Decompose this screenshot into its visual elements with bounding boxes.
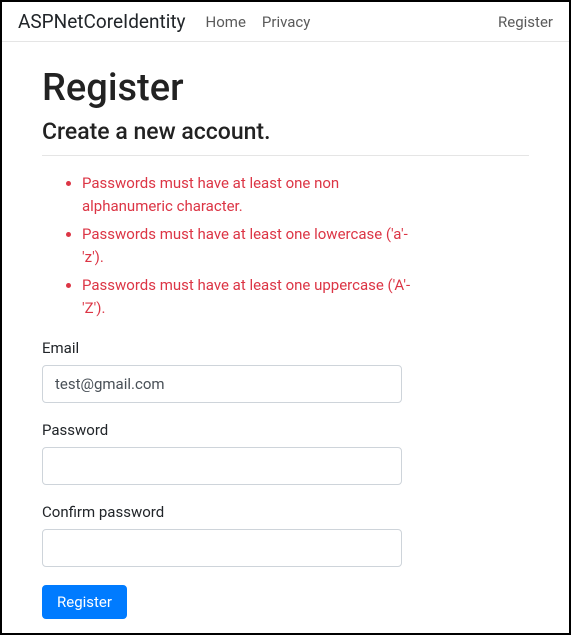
form-group-password: Password xyxy=(42,421,402,485)
navbar-brand[interactable]: ASPNetCoreIdentity xyxy=(18,10,186,33)
validation-error: Passwords must have at least one upperca… xyxy=(82,274,422,319)
page-subtitle: Create a new account. xyxy=(42,118,529,145)
validation-error: Passwords must have at least one non alp… xyxy=(82,172,422,217)
divider xyxy=(42,155,529,156)
nav-link-home[interactable]: Home xyxy=(206,13,246,31)
email-label: Email xyxy=(42,339,402,357)
main-container: Register Create a new account. Passwords… xyxy=(2,42,569,619)
validation-error: Passwords must have at least one lowerca… xyxy=(82,223,422,268)
confirm-password-field[interactable] xyxy=(42,529,402,567)
email-field[interactable] xyxy=(42,365,402,403)
password-field[interactable] xyxy=(42,447,402,485)
page-title: Register xyxy=(42,66,529,110)
navbar: ASPNetCoreIdentity Home Privacy Register xyxy=(2,2,569,42)
nav-link-privacy[interactable]: Privacy xyxy=(262,13,310,31)
form-group-confirm-password: Confirm password xyxy=(42,503,402,567)
password-label: Password xyxy=(42,421,402,439)
validation-summary: Passwords must have at least one non alp… xyxy=(42,172,422,319)
form-group-email: Email xyxy=(42,339,402,403)
register-button[interactable]: Register xyxy=(42,585,127,619)
confirm-password-label: Confirm password xyxy=(42,503,402,521)
nav-link-register[interactable]: Register xyxy=(498,13,553,31)
